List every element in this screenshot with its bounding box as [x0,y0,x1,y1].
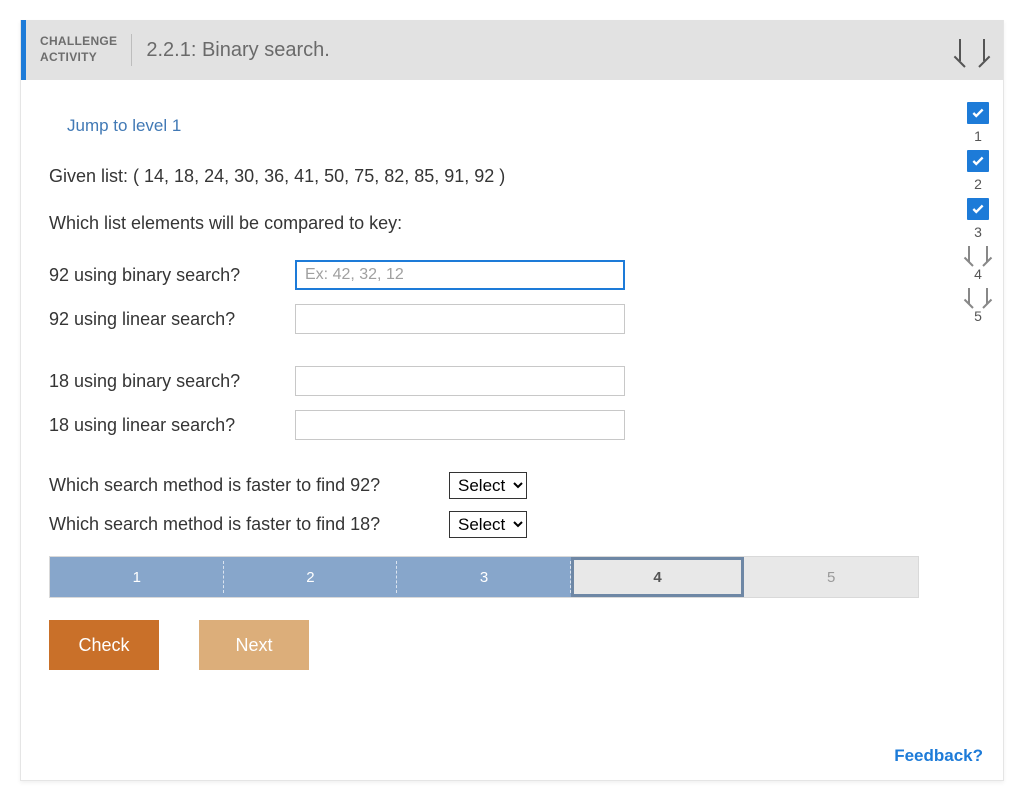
level-number: 5 [974,308,982,324]
select-label: Which search method is faster to find 18… [49,514,449,535]
level-4[interactable]: 4 [968,246,988,282]
challenge-body: 1 2 3 4 5 Jump to l [21,80,1003,780]
input-label: 18 using linear search? [49,415,295,436]
level-2[interactable]: 2 [967,150,989,192]
question-prompt: Which list elements will be compared to … [49,213,975,234]
input-row-92-linear: 92 using linear search? [49,304,975,334]
input-label: 18 using binary search? [49,371,295,392]
answer-input-92-binary[interactable] [295,260,625,290]
challenge-label-line1: CHALLENGE [40,34,117,48]
answer-input-92-linear[interactable] [295,304,625,334]
jump-to-level-link[interactable]: Jump to level 1 [67,116,181,136]
select-row-92: Which search method is faster to find 92… [49,472,975,499]
input-label: 92 using linear search? [49,309,295,330]
level-number: 1 [974,128,982,144]
shield-icon [968,288,988,304]
select-label: Which search method is faster to find 92… [49,475,449,496]
next-button[interactable]: Next [199,620,309,670]
shield-icon [959,39,985,61]
step-5[interactable]: 5 [744,557,918,597]
challenge-header: CHALLENGE ACTIVITY 2.2.1: Binary search. [21,20,1003,80]
step-4[interactable]: 4 [571,557,745,597]
challenge-label: CHALLENGE ACTIVITY [40,34,132,65]
check-icon [967,198,989,220]
level-sidebar: 1 2 3 4 5 [967,102,989,324]
select-row-18: Which search method is faster to find 18… [49,511,975,538]
answer-input-18-linear[interactable] [295,410,625,440]
challenge-title: 2.2.1: Binary search. [132,39,329,62]
challenge-label-line2: ACTIVITY [40,50,97,64]
level-number: 2 [974,176,982,192]
step-3[interactable]: 3 [397,557,571,597]
check-button[interactable]: Check [49,620,159,670]
step-2[interactable]: 2 [224,557,398,597]
level-number: 4 [974,266,982,282]
check-icon [967,102,989,124]
input-row-92-binary: 92 using binary search? [49,260,975,290]
shield-icon [968,246,988,262]
level-number: 3 [974,224,982,240]
step-1[interactable]: 1 [50,557,224,597]
faster-method-92-select[interactable]: Select [449,472,527,499]
button-row: Check Next [49,620,975,670]
answer-input-18-binary[interactable] [295,366,625,396]
input-row-18-binary: 18 using binary search? [49,366,975,396]
input-row-18-linear: 18 using linear search? [49,410,975,440]
check-icon [967,150,989,172]
level-3[interactable]: 3 [967,198,989,240]
level-5[interactable]: 5 [968,288,988,324]
level-1[interactable]: 1 [967,102,989,144]
challenge-card: CHALLENGE ACTIVITY 2.2.1: Binary search.… [20,20,1004,781]
given-list: Given list: ( 14, 18, 24, 30, 36, 41, 50… [49,166,975,187]
input-label: 92 using binary search? [49,265,295,286]
feedback-link[interactable]: Feedback? [894,746,983,766]
faster-method-18-select[interactable]: Select [449,511,527,538]
step-progress: 1 2 3 4 5 [49,556,919,598]
